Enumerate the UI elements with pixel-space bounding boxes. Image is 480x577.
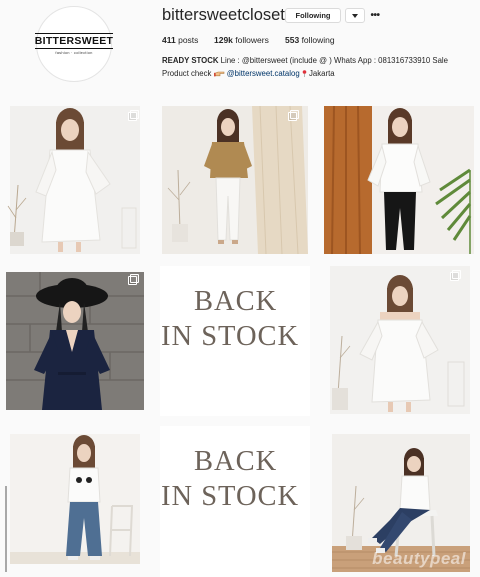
- post-tile[interactable]: [320, 100, 480, 260]
- post-tile[interactable]: [0, 426, 150, 577]
- watermark-part2: peal: [429, 549, 466, 568]
- profile-avatar[interactable]: BITTERSWEET fashion · collection: [34, 6, 114, 82]
- back-in-stock-line1: BACK: [194, 446, 278, 477]
- location-pin-icon: [302, 70, 307, 77]
- posts-label: posts: [178, 35, 199, 45]
- bio-product-check: Product check: [162, 69, 214, 78]
- back-in-stock-line2: IN STOCK: [161, 481, 300, 512]
- brand-logo: BITTERSWEET: [34, 33, 114, 49]
- carousel-icon: [128, 110, 139, 121]
- stat-following[interactable]: 553 following: [285, 35, 335, 45]
- watermark: beautypeal: [372, 549, 466, 569]
- carousel-icon: [288, 110, 299, 121]
- bio-ready-stock: READY STOCK: [162, 56, 219, 65]
- profile-header: BITTERSWEET fashion · collection bitters…: [0, 0, 480, 100]
- brand-logo-tagline: fashion · collection: [55, 50, 93, 55]
- post-photo: [320, 100, 480, 260]
- more-options-button[interactable]: •••: [369, 8, 381, 23]
- watermark-part1: beauty: [372, 549, 430, 568]
- post-tile[interactable]: [160, 100, 310, 260]
- chevron-down-icon: [352, 13, 358, 18]
- followers-label: followers: [235, 35, 269, 45]
- following-label: following: [301, 35, 335, 45]
- post-photo: [160, 100, 310, 260]
- post-photo: [0, 100, 150, 260]
- profile-bio: READY STOCK Line : @bittersweet (include…: [162, 54, 462, 80]
- suggestions-dropdown-button[interactable]: [345, 8, 365, 23]
- back-in-stock-line1: BACK: [194, 286, 278, 317]
- back-in-stock-line2: IN STOCK: [161, 321, 300, 352]
- post-tile[interactable]: BACK IN STOCK: [160, 266, 310, 416]
- posts-count: 411: [162, 35, 176, 45]
- post-photo: [320, 266, 480, 416]
- posts-grid: BACK IN STOCK BACK IN STOCK beautypeal: [0, 100, 480, 577]
- stat-followers[interactable]: 129k followers: [214, 35, 269, 45]
- back-in-stock-text: BACK IN STOCK: [161, 284, 299, 354]
- post-photo: [0, 266, 150, 416]
- followers-count: 129k: [214, 35, 233, 45]
- post-tile[interactable]: beautypeal: [320, 426, 480, 577]
- bio-contact-text: Line : @bittersweet (include @ ) Whats A…: [218, 56, 448, 65]
- carousel-icon: [128, 274, 139, 285]
- post-tile[interactable]: [0, 100, 150, 260]
- bio-catalog-link[interactable]: @bittersweet.catalog: [227, 69, 300, 78]
- carousel-icon: [450, 270, 461, 281]
- post-tile[interactable]: [0, 266, 150, 416]
- post-tile[interactable]: [320, 266, 480, 416]
- profile-username: bittersweetcloset: [162, 6, 285, 24]
- pointing-hand-icon: [213, 71, 224, 77]
- post-photo: [0, 426, 150, 577]
- following-count: 553: [285, 35, 300, 45]
- following-button[interactable]: Following: [285, 8, 341, 23]
- stat-posts[interactable]: 411 posts: [162, 35, 198, 45]
- post-tile[interactable]: BACK IN STOCK: [160, 426, 310, 577]
- bio-location: Jakarta: [309, 69, 335, 78]
- back-in-stock-text: BACK IN STOCK: [161, 444, 299, 514]
